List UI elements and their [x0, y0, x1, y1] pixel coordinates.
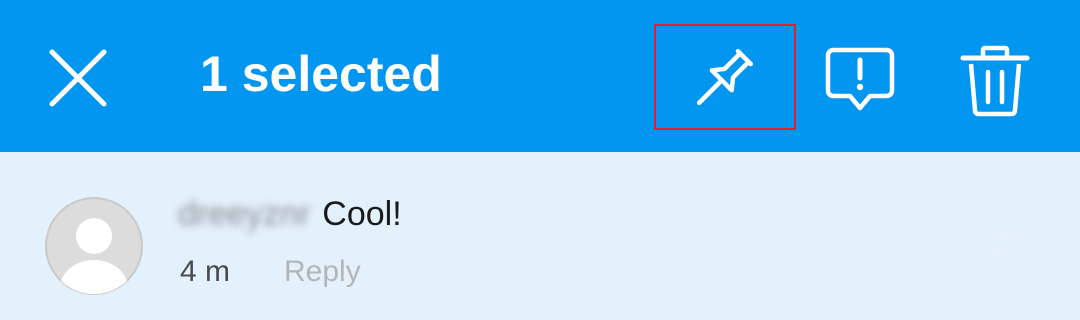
trash-icon[interactable]: [955, 40, 1035, 120]
username[interactable]: dreeyznr: [178, 195, 310, 233]
comment-row[interactable]: dreeyznr Cool! 4 m Reply: [0, 152, 1080, 320]
heart-icon[interactable]: [986, 228, 1022, 264]
pin-button[interactable]: [654, 24, 796, 130]
comment-text: Cool!: [322, 195, 402, 233]
selection-toolbar: 1 selected: [0, 0, 1080, 152]
reply-button[interactable]: Reply: [284, 255, 361, 288]
default-avatar-icon[interactable]: [44, 196, 144, 296]
selection-count-title: 1 selected: [200, 46, 442, 102]
screen: 1 selected dreeyznr Cool! 4 m Reply: [0, 0, 1080, 320]
close-icon[interactable]: [40, 40, 116, 116]
pin-icon: [696, 49, 753, 106]
comment-time: 4 m: [180, 255, 231, 288]
report-icon[interactable]: [820, 40, 900, 120]
comment-text-line: dreeyznr Cool!: [178, 192, 402, 236]
comment-meta: 4 m Reply: [180, 252, 361, 292]
